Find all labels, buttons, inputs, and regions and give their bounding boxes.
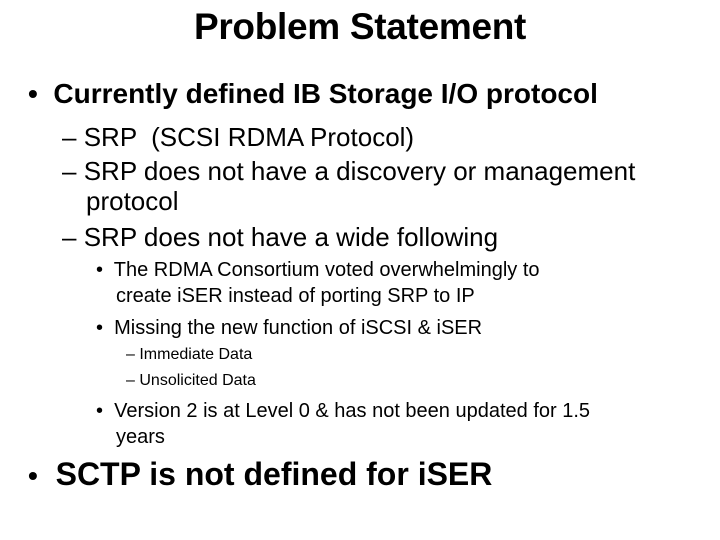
sub-bullet-text: SRP (SCSI RDMA Protocol) [83,122,415,152]
dash-marker: – [126,372,135,389]
bullet-marker: • [96,317,104,339]
sub-sub-bullet-rdma-consortium-cont: create iSER instead of porting SRP to IP [116,285,475,307]
sub-bullet-text: SRP does not have a wide following [83,222,499,252]
bullet-marker: • [96,400,104,422]
dash-marker: – [62,156,77,186]
bullet-text: SCTP is not defined for iSER [55,456,493,492]
sub-bullet-no-following: – SRP does not have a wide following [62,222,498,253]
level4-unsolicited-data: – Unsolicited Data [126,372,256,390]
sub-sub-bullet-text: Version 2 is at Level 0 & has not been u… [114,400,591,422]
sub-bullet-srp: – SRP (SCSI RDMA Protocol) [62,122,414,153]
slide-title: Problem Statement [193,6,527,47]
sub-sub-bullet-rdma-consortium: • The RDMA Consortium voted overwhelming… [96,259,540,282]
sub-bullet-no-discovery: – SRP does not have a discovery or manag… [62,156,635,187]
sub-sub-bullet-version-2: • Version 2 is at Level 0 & has not been… [96,400,590,423]
dash-marker: – [126,346,135,363]
bullet-marker: • [28,78,38,109]
sub-sub-bullet-text: Missing the new function of iSCSI & iSER [114,317,483,339]
dash-marker: – [62,222,77,252]
bullet-marker: • [28,460,38,491]
sub-sub-bullet-missing-function: • Missing the new function of iSCSI & iS… [96,317,482,340]
bullet-sctp: • SCTP is not defined for iSER [28,456,492,493]
dash-marker: – [62,122,77,152]
sub-bullet-no-discovery-cont: protocol [86,186,179,216]
bullet-text: Currently defined IB Storage I/O protoco… [53,78,598,109]
bullet-currently-defined: • Currently defined IB Storage I/O proto… [28,78,598,110]
level4-text: Unsolicited Data [139,372,256,389]
sub-sub-bullet-version-2-cont: years [116,426,165,448]
bullet-marker: • [96,259,104,281]
sub-bullet-text: SRP does not have a discovery or managem… [83,156,636,186]
level4-immediate-data: – Immediate Data [126,346,252,364]
level4-text: Immediate Data [139,346,253,363]
sub-sub-bullet-text: The RDMA Consortium voted overwhelmingly… [113,259,540,281]
